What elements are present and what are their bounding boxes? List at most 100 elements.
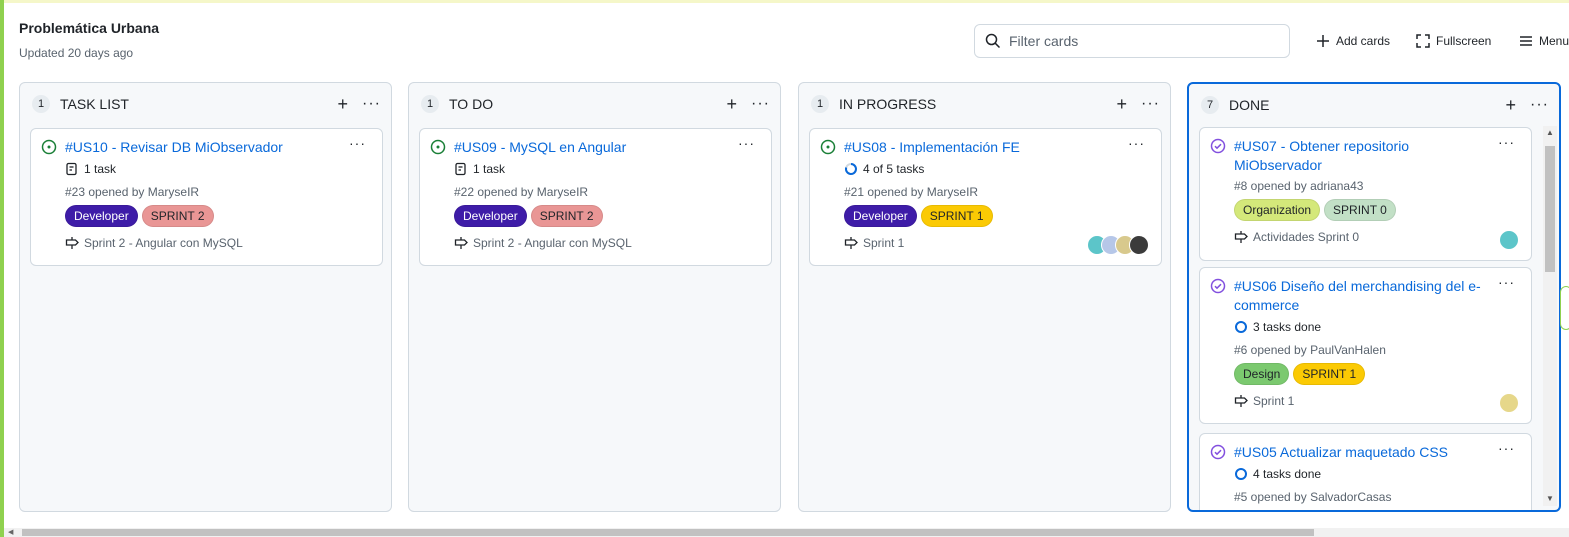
issue-card[interactable]: ··· #US07 - Obtener repositorio MiObserv… <box>1199 127 1532 261</box>
label-design[interactable]: Design <box>1234 363 1290 385</box>
add-cards-button[interactable]: Add cards <box>1316 30 1390 52</box>
filter-cards-input[interactable]: Filter cards <box>974 24 1290 58</box>
label-developer[interactable]: Developer <box>454 205 527 227</box>
window-top-border <box>0 0 1569 3</box>
add-item-button[interactable]: + <box>727 94 738 115</box>
scrollbar-thumb[interactable] <box>22 529 1314 536</box>
card-title-link[interactable]: #US10 - Revisar DB MiObservador <box>65 138 372 157</box>
card-title-link[interactable]: #US05 Actualizar maquetado CSS <box>1234 443 1521 462</box>
avatar[interactable] <box>1499 230 1519 250</box>
card-title-link[interactable]: #US06 Diseño del merchandising del e-com… <box>1234 277 1521 315</box>
closed-issue-icon <box>1210 444 1226 460</box>
menu-button[interactable]: Menu <box>1519 30 1569 52</box>
column-in-progress: 1 IN PROGRESS + ··· ··· #US08 - Implemen… <box>798 82 1171 512</box>
column-to-do: 1 TO DO + ··· ··· #US09 - MySQL en Angul… <box>408 82 781 512</box>
assignee-avatars[interactable] <box>1499 393 1519 413</box>
project-header: Problemática Urbana Updated 20 days ago <box>19 20 159 60</box>
task-progress: 4 tasks done <box>1234 467 1521 481</box>
milestone-text: Sprint 2 - Angular con MySQL <box>473 236 632 250</box>
label-developer[interactable]: Developer <box>844 205 917 227</box>
window-left-border <box>0 0 4 537</box>
column-task-list: 1 TASK LIST + ··· ··· #US10 - Revisar DB… <box>19 82 392 512</box>
opened-by-text: #8 opened by adriana43 <box>1234 179 1364 193</box>
task-progress: 4 of 5 tasks <box>844 162 1151 176</box>
add-item-button[interactable]: + <box>1117 94 1128 115</box>
label-organization[interactable]: Organization <box>1234 199 1321 221</box>
open-issue-icon <box>430 139 446 155</box>
add-cards-label: Add cards <box>1336 34 1391 48</box>
label-list: Design SPRINT 1 <box>1234 363 1521 385</box>
side-panel-tab[interactable] <box>1560 286 1569 330</box>
task-list-icon <box>455 162 466 176</box>
card-menu-button[interactable]: ··· <box>1128 135 1145 151</box>
card-title-link[interactable]: #US09 - MySQL en Angular <box>454 138 761 157</box>
task-progress: 1 task <box>65 162 372 176</box>
assignee-avatars[interactable] <box>1087 235 1149 255</box>
add-item-button[interactable]: + <box>338 94 349 115</box>
column-count: 7 <box>1201 96 1219 114</box>
column-title: TASK LIST <box>60 96 129 112</box>
card-menu-button[interactable]: ··· <box>1498 440 1515 456</box>
card-title-link[interactable]: #US07 - Obtener repositorio MiObservador <box>1234 137 1521 175</box>
scroll-left-arrow[interactable]: ◀ <box>8 528 13 536</box>
milestone[interactable]: Sprint 2 - Angular con MySQL <box>454 236 761 250</box>
column-count: 1 <box>32 95 50 113</box>
issue-card[interactable]: ··· #US06 Diseño del merchandising del e… <box>1199 267 1532 424</box>
issue-card[interactable]: ··· #US09 - MySQL en Angular 1 task #22 … <box>419 128 772 266</box>
milestone[interactable]: Actividades Sprint 0 <box>1234 230 1521 244</box>
column-menu-button[interactable]: ··· <box>751 95 770 113</box>
hamburger-icon <box>1519 36 1532 46</box>
card-title-link[interactable]: #US08 - Implementación FE <box>844 138 1151 157</box>
label-developer[interactable]: Developer <box>65 205 138 227</box>
scroll-down-arrow[interactable]: ▼ <box>1545 494 1555 504</box>
milestone-icon <box>1234 231 1248 243</box>
column-menu-button[interactable]: ··· <box>1141 95 1160 113</box>
label-list: Developer SPRINT 2 <box>454 205 761 227</box>
card-menu-button[interactable]: ··· <box>349 135 366 151</box>
assignee-avatars[interactable] <box>1499 230 1519 250</box>
board-horizontal-scrollbar[interactable]: ◀ <box>4 528 1569 537</box>
milestone[interactable]: Sprint 1 <box>1234 394 1521 408</box>
card-menu-button[interactable]: ··· <box>1498 134 1515 150</box>
task-progress: 3 tasks done <box>1234 320 1521 334</box>
avatar[interactable] <box>1499 393 1519 413</box>
column-scrollbar[interactable]: ▲ ▼ <box>1543 126 1557 506</box>
opened-by-text: #5 opened by SalvadorCasas <box>1234 490 1392 504</box>
task-progress-text: 4 tasks done <box>1253 467 1322 481</box>
milestone-text: Actividades Sprint 0 <box>1253 230 1360 244</box>
issue-card[interactable]: ··· #US10 - Revisar DB MiObservador 1 ta… <box>30 128 383 266</box>
scrollbar-thumb[interactable] <box>1545 146 1555 272</box>
label-sprint[interactable]: SPRINT 2 <box>530 205 603 227</box>
scroll-up-arrow[interactable]: ▲ <box>1545 128 1555 138</box>
card-menu-button[interactable]: ··· <box>1498 274 1515 290</box>
column-menu-button[interactable]: ··· <box>362 95 381 113</box>
issue-card[interactable]: ··· #US08 - Implementación FE 4 of 5 tas… <box>809 128 1162 266</box>
card-menu-button[interactable]: ··· <box>738 135 755 151</box>
fullscreen-button[interactable]: Fullscreen <box>1416 30 1491 52</box>
avatar[interactable] <box>1129 235 1149 255</box>
milestone-text: Sprint 2 - Angular con MySQL <box>84 236 243 250</box>
column-menu-button[interactable]: ··· <box>1530 96 1549 114</box>
column-title: DONE <box>1229 97 1270 113</box>
column-header: 7 DONE + ··· <box>1201 94 1549 116</box>
milestone-text: Sprint 1 <box>1253 394 1295 408</box>
issue-card[interactable]: ··· #US05 Actualizar maquetado CSS 4 tas… <box>1199 433 1532 510</box>
filter-placeholder: Filter cards <box>1009 33 1079 49</box>
milestone-text: Sprint 1 <box>863 236 905 250</box>
label-sprint[interactable]: SPRINT 0 <box>1324 199 1396 221</box>
closed-issue-icon <box>1210 278 1226 294</box>
milestone[interactable]: Sprint 2 - Angular con MySQL <box>65 236 372 250</box>
label-sprint[interactable]: SPRINT 1 <box>1293 363 1366 385</box>
task-progress-text: 4 of 5 tasks <box>863 162 925 176</box>
column-header: 1 TO DO + ··· <box>421 93 770 115</box>
open-issue-icon <box>41 139 57 155</box>
label-sprint[interactable]: SPRINT 1 <box>920 205 993 227</box>
column-header: 1 TASK LIST + ··· <box>32 93 381 115</box>
opened-by-text: #23 opened by MaryseIR <box>65 185 200 199</box>
add-item-button[interactable]: + <box>1506 95 1517 116</box>
task-progress-text: 1 task <box>84 162 117 176</box>
plus-icon <box>1317 35 1329 47</box>
task-progress-text: 1 task <box>473 162 506 176</box>
milestone-icon <box>65 237 79 249</box>
label-sprint[interactable]: SPRINT 2 <box>141 205 214 227</box>
